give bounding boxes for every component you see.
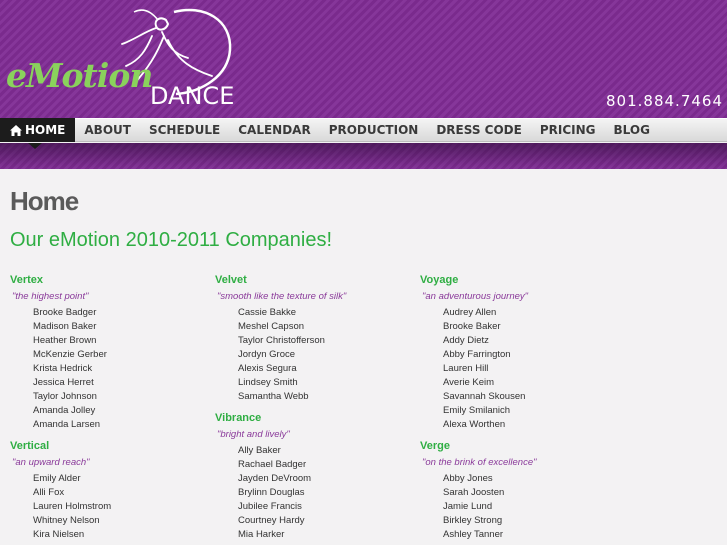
- company-motto: "bright and lively": [217, 429, 290, 440]
- member-name: Audrey Allen: [443, 307, 497, 318]
- member-name: Lauren Holmstrom: [33, 501, 112, 512]
- member-name: Abby Farrington: [443, 349, 511, 360]
- member-name: Cassie Bakke: [238, 307, 297, 318]
- company-motto: "an upward reach": [12, 457, 90, 468]
- companies-heading: Our eMotion 2010-2011 Companies!: [10, 229, 333, 251]
- company-group: Velvet "smooth like the texture of silk" C…: [215, 272, 415, 404]
- company-group: Verge "on the brink of excellence" Abby Jo…: [420, 438, 620, 542]
- member-name: Courtney Hardy: [238, 515, 305, 526]
- member-name: Jordyn Groce: [238, 349, 296, 360]
- nav-home[interactable]: HOME: [0, 118, 76, 142]
- member-name: Alexa Worthen: [443, 419, 506, 430]
- active-nav-pointer: [28, 143, 42, 149]
- member-name: Rachael Badger: [238, 459, 307, 470]
- member-name: Samantha Webb: [238, 391, 309, 402]
- member-name: Ashley Tanner: [443, 529, 504, 540]
- member-name: Addy Dietz: [443, 335, 489, 346]
- member-name: Meshel Capson: [238, 321, 305, 332]
- company-group: Vertical "an upward reach" Emily Alder Alli…: [10, 438, 210, 542]
- member-name: Whitney Nelson: [33, 515, 100, 526]
- member-name: Amanda Jolley: [33, 405, 96, 416]
- logo-emotion-text: eMotion: [6, 56, 153, 95]
- nav-home-label: HOME: [25, 123, 66, 137]
- nav-calendar[interactable]: CALENDAR: [229, 118, 319, 142]
- site-header: eMotion DANCE 801.884.7464: [0, 0, 727, 118]
- home-icon: [10, 124, 22, 136]
- company-column-3: Voyage "an adventurous journey" Audrey All…: [420, 272, 620, 545]
- member-name: Averie Keim: [443, 377, 495, 388]
- member-name: Alexis Segura: [238, 363, 297, 374]
- member-name: Brooke Badger: [33, 307, 97, 318]
- logo-dance-text: DANCE: [150, 82, 235, 110]
- member-name: Brooke Baker: [443, 321, 501, 332]
- member-name: Taylor Johnson: [33, 391, 97, 402]
- main-content: Home Our eMotion 2010-2011 Companies! Ve…: [0, 169, 727, 545]
- member-name: Lauren Hill: [443, 363, 489, 374]
- company-motto: "the highest point": [12, 291, 89, 302]
- company-group: Vertex "the highest point" Brooke Badger Ma…: [10, 272, 210, 432]
- nav-production[interactable]: PRODUCTION: [320, 118, 428, 142]
- member-name: Kira Nielsen: [33, 529, 85, 540]
- member-name: Madison Baker: [33, 321, 97, 332]
- member-name: Jubilee Francis: [238, 501, 302, 512]
- member-name: Birkley Strong: [443, 515, 503, 526]
- member-name: Jayden DeVroom: [238, 473, 312, 484]
- member-name: Lindsey Smith: [238, 377, 298, 388]
- company-name: Verge: [420, 440, 450, 452]
- member-name: Brylinn Douglas: [238, 487, 305, 498]
- site-logo[interactable]: eMotion DANCE: [4, 6, 244, 114]
- member-name: Jamie Lund: [443, 501, 493, 512]
- nav-about[interactable]: ABOUT: [75, 118, 140, 142]
- nav-schedule[interactable]: SCHEDULE: [140, 118, 229, 142]
- company-name: Vibrance: [215, 412, 262, 424]
- member-name: Ally Baker: [238, 445, 281, 456]
- company-name: Voyage: [420, 274, 459, 286]
- nav-shadow-band: [0, 143, 727, 169]
- company-motto: "on the brink of excellence": [422, 457, 537, 468]
- page-title: Home: [10, 186, 79, 216]
- company-name: Velvet: [215, 274, 247, 286]
- company-motto: "an adventurous journey": [422, 291, 529, 302]
- member-name: Alli Fox: [33, 487, 65, 498]
- nav-dress-code[interactable]: DRESS CODE: [427, 118, 531, 142]
- member-name: McKenzie Gerber: [33, 349, 107, 360]
- member-name: Emily Smilanich: [443, 405, 511, 416]
- company-motto: "smooth like the texture of silk": [217, 291, 347, 302]
- member-name: Heather Brown: [33, 335, 97, 346]
- member-name: Sarah Joosten: [443, 487, 505, 498]
- member-name: Amanda Larsen: [33, 419, 101, 430]
- member-name: Savannah Skousen: [443, 391, 526, 402]
- nav-pricing[interactable]: PRICING: [531, 118, 605, 142]
- company-group: Voyage "an adventurous journey" Audrey All…: [420, 272, 620, 432]
- phone-number: 801.884.7464: [606, 92, 723, 110]
- member-name: Mia Harker: [238, 529, 285, 540]
- member-name: Krista Hedrick: [33, 363, 93, 374]
- company-column-1: Vertex "the highest point" Brooke Badger Ma…: [10, 272, 210, 545]
- company-name: Vertex: [10, 274, 44, 286]
- company-group: Vibrance "bright and lively" Ally Baker Rac…: [215, 410, 415, 542]
- nav-blog[interactable]: BLOG: [605, 118, 659, 142]
- main-nav: HOME ABOUT SCHEDULE CALENDAR PRODUCTION …: [0, 118, 727, 142]
- member-name: Abby Jones: [443, 473, 493, 484]
- company-column-2: Velvet "smooth like the texture of silk" C…: [215, 272, 415, 545]
- member-name: Emily Alder: [33, 473, 81, 484]
- member-name: Taylor Christofferson: [238, 335, 325, 346]
- member-name: Jessica Herret: [33, 377, 94, 388]
- company-name: Vertical: [10, 440, 50, 452]
